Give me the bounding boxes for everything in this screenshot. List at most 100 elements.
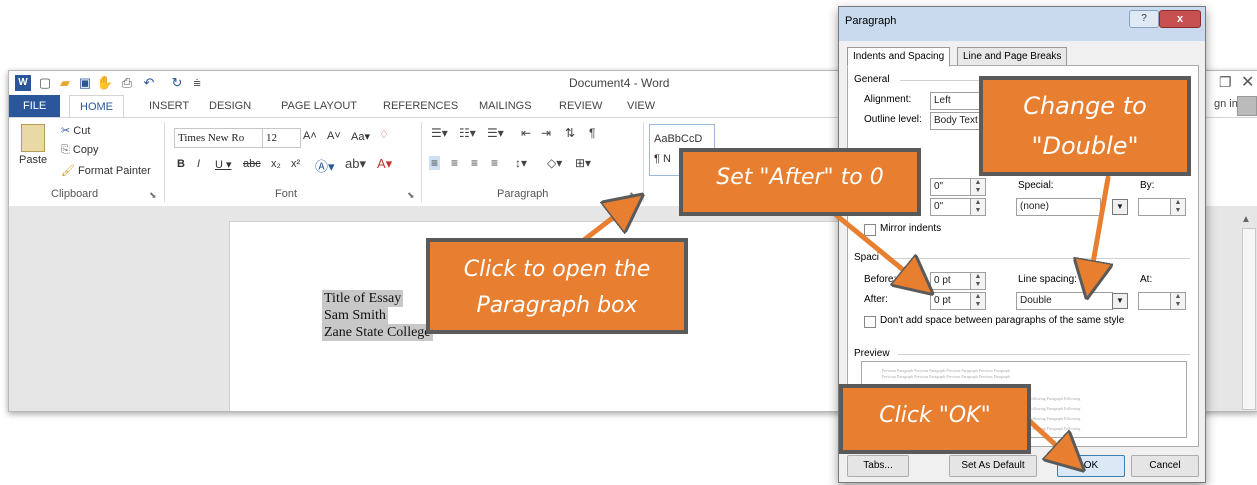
align-center-icon[interactable]: ≡ [451,156,458,170]
word-logo-icon: W [15,75,31,91]
open-folder-icon[interactable]: ▰ [57,75,73,91]
sort-icon[interactable]: ⇅ [565,126,575,140]
font-name-box[interactable]: Times New Ro [174,128,263,148]
highlight-icon[interactable]: ab▾ [345,156,366,172]
tab-view[interactable]: VIEW [617,95,665,117]
tab-file[interactable]: FILE [9,95,61,117]
spacing-section-label: Spaci [854,252,880,263]
restore-icon[interactable]: ❐ [1219,74,1232,91]
dont-add-space-checkbox[interactable] [864,316,876,328]
line-spacing-icon[interactable]: ↕▾ [515,156,527,170]
at-label: At: [1140,274,1153,285]
chevron-down-icon[interactable]: ▼ [1112,199,1128,215]
tab-line-and-page-breaks[interactable]: Line and Page Breaks [957,47,1068,67]
tab-design[interactable]: DESIGN [199,95,261,117]
indent-left-field[interactable]: 0" [930,178,971,196]
strikethrough-icon[interactable]: abc [243,158,261,170]
bold-icon[interactable]: B [177,158,185,170]
tab-indents-and-spacing[interactable]: Indents and Spacing [847,47,951,67]
copy-button[interactable]: ⎘ Copy [61,144,99,157]
superscript-icon[interactable]: x² [291,158,300,170]
space-after-field[interactable]: 0 pt [930,292,971,310]
increase-indent-icon[interactable]: ⇥ [541,126,551,140]
indent-right-spinner[interactable]: ▲ ▼ [970,198,986,216]
font-color-icon[interactable]: A▾ [377,156,392,172]
decrease-indent-icon[interactable]: ⇤ [521,126,531,140]
justify-icon[interactable]: ≡ [491,156,498,170]
avatar[interactable] [1237,96,1257,116]
tabs-button[interactable]: Tabs... [847,455,909,477]
line-spacing-select[interactable]: Double [1016,292,1113,310]
ok-button[interactable]: OK [1057,455,1125,477]
cut-button[interactable]: ✂ Cut [61,124,90,137]
style-sample: AaBbCcD [654,133,703,145]
mirror-indents-checkbox[interactable] [864,224,876,236]
brush-icon: 🖌 [61,165,75,177]
chevron-down-icon[interactable]: ▼ [1112,293,1128,309]
save-icon[interactable]: ▣ [77,75,93,91]
paste-button[interactable]: Paste [19,154,47,166]
font-size-box[interactable]: 12 [262,128,301,148]
bullets-icon[interactable]: ☰▾ [431,126,448,140]
at-field[interactable] [1138,292,1171,310]
show-formatting-icon[interactable]: ¶ [589,126,595,140]
document-line[interactable]: Zane State College [322,324,433,341]
by-label: By: [1140,180,1155,191]
shading-icon[interactable]: ◇▾ [547,156,562,170]
tab-home[interactable]: HOME [69,95,124,118]
document-line[interactable]: Sam Smith [322,307,388,324]
customize-toolbar-icon[interactable]: ⩧ [189,75,205,91]
outline-level-label: Outline level: [864,114,922,125]
by-field[interactable] [1138,198,1171,216]
undo-icon[interactable]: ↶ [141,75,157,91]
document-line[interactable]: Title of Essay [322,290,404,307]
indent-right-field[interactable]: 0" [930,198,971,216]
indent-left-spinner[interactable]: ▲ ▼ [970,178,986,196]
dialog-close-button[interactable]: x [1159,10,1201,28]
paste-icon[interactable] [21,124,45,152]
align-right-icon[interactable]: ≡ [471,156,478,170]
space-after-spinner[interactable]: ▲ ▼ [970,292,986,310]
font-launcher-icon[interactable]: ⬊ [407,190,415,201]
close-icon[interactable]: ✕ [1241,72,1254,92]
italic-icon[interactable]: I [197,158,200,170]
tab-mailings[interactable]: MAILINGS [469,95,542,117]
numbering-icon[interactable]: ☷▾ [459,126,476,140]
by-spinner[interactable]: ▲ ▼ [1170,198,1186,216]
new-document-icon[interactable]: ▢ [37,75,53,91]
format-painter-button[interactable]: 🖌 Format Painter [61,164,151,177]
clipboard-launcher-icon[interactable]: ⬊ [149,190,157,201]
tab-review[interactable]: REVIEW [549,95,612,117]
scroll-up-icon[interactable]: ▲ [1241,214,1251,225]
shrink-font-icon[interactable]: A˅ [327,130,341,142]
change-case-icon[interactable]: Aa▾ [351,130,370,143]
help-button[interactable]: ? [1129,10,1159,28]
clear-formatting-icon[interactable]: ♢ [379,128,389,141]
underline-icon[interactable]: U ▾ [215,158,232,171]
special-select[interactable]: (none) [1016,198,1101,216]
preview-following-text: Paragraph Following Paragraph Following [1012,416,1081,421]
subscript-icon[interactable]: x₂ [271,158,281,170]
space-before-field[interactable]: 0 pt [930,272,971,290]
preview-following-text: Paragraph Following Paragraph Following [1012,396,1081,401]
at-spinner[interactable]: ▲ ▼ [1170,292,1186,310]
align-left-icon[interactable]: ≡ [429,156,441,170]
tab-page-layout[interactable]: PAGE LAYOUT [271,95,367,117]
text-effects-icon[interactable]: Ⓐ▾ [315,156,335,175]
paragraph-launcher-icon[interactable]: ⬊ [629,190,637,201]
touch-mode-icon[interactable]: ✋ [97,75,113,91]
cancel-button[interactable]: Cancel [1131,455,1199,477]
print-preview-icon[interactable]: ⎙ [119,75,135,91]
grow-font-icon[interactable]: A˄ [303,130,317,142]
tab-references[interactable]: REFERENCES [373,95,468,117]
sign-in-link[interactable]: gn in [1214,98,1238,110]
section-divider [888,258,1190,259]
redo-icon[interactable]: ↻ [169,75,185,91]
set-as-default-button[interactable]: Set As Default [949,455,1037,477]
tab-insert[interactable]: INSERT [139,95,199,117]
space-before-spinner[interactable]: ▲ ▼ [970,272,986,290]
vertical-scrollbar[interactable] [1242,228,1256,410]
borders-icon[interactable]: ⊞▾ [575,156,591,170]
callout-set-after: Set "After" to 0 [679,148,921,216]
multilevel-list-icon[interactable]: ☰▾ [487,126,504,140]
